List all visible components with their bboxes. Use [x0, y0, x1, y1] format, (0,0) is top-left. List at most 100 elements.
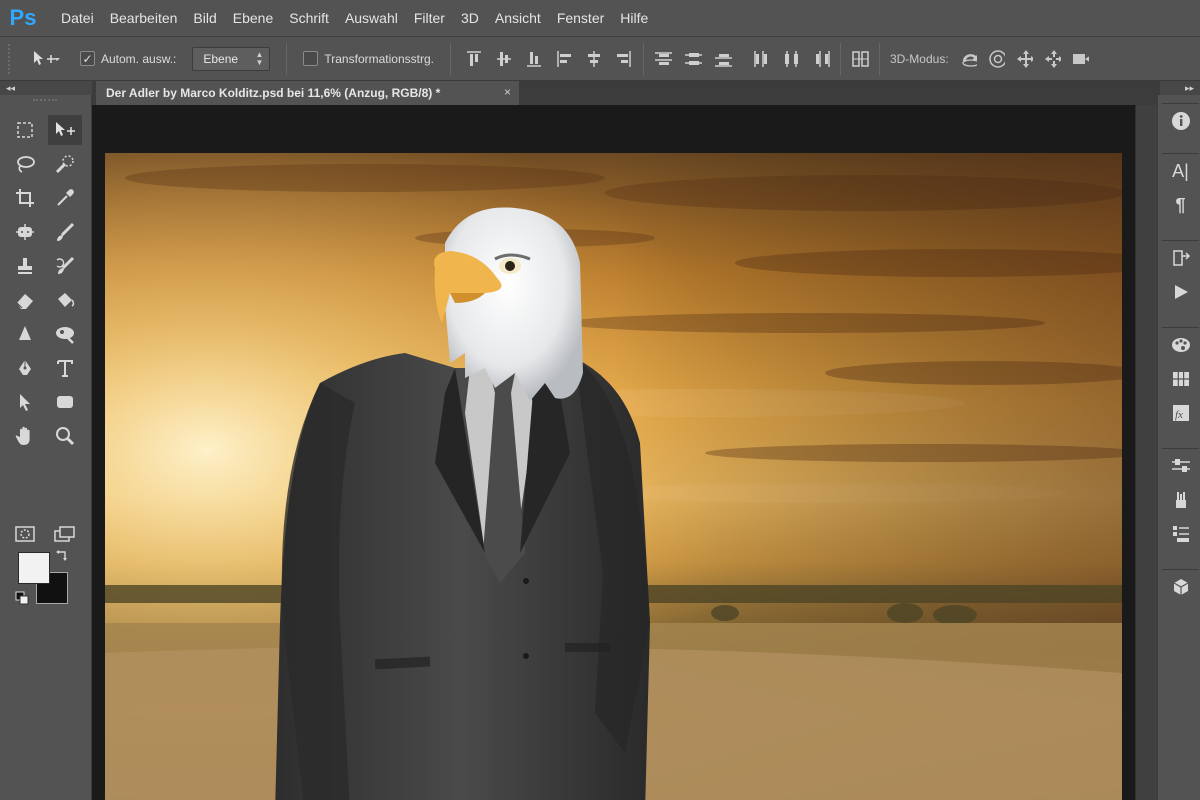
menu-layer[interactable]: Ebene [226, 0, 280, 36]
menu-window[interactable]: Fenster [550, 0, 611, 36]
paragraph-glyph: ¶ [1175, 194, 1186, 215]
brush-icon[interactable] [48, 217, 82, 247]
distribute-buttons [654, 48, 830, 70]
quick-selection-icon[interactable] [48, 149, 82, 179]
distribute-top-icon[interactable] [654, 48, 672, 70]
3d-pan-icon[interactable] [1015, 48, 1033, 70]
distribute-vcenter-icon[interactable] [684, 48, 702, 70]
spot-healing-icon[interactable] [8, 217, 42, 247]
align-left-icon[interactable] [555, 48, 573, 70]
divider [878, 42, 880, 75]
clone-stamp-icon[interactable] [8, 251, 42, 281]
default-colors-icon[interactable] [12, 589, 32, 607]
align-bottom-icon[interactable] [525, 48, 543, 70]
menu-type[interactable]: Schrift [282, 0, 336, 36]
distribute-right-icon[interactable] [812, 48, 830, 70]
photoshop-logo: Ps [9, 5, 37, 30]
auto-select-checkbox[interactable]: ✓ [80, 51, 95, 66]
options-bar: ✓ Autom. ausw.: Ebene ▲ ▼ Transformations… [0, 36, 1200, 81]
menu-3d[interactable]: 3D [454, 0, 486, 36]
3d-scale-icon[interactable] [1071, 48, 1089, 70]
3d-mode-label: 3D-Modus: [889, 51, 949, 66]
document-canvas-image[interactable] [105, 153, 1122, 800]
close-icon[interactable]: × [504, 85, 511, 99]
swap-colors-icon[interactable] [52, 547, 72, 565]
foreground-color-swatch[interactable] [18, 552, 50, 584]
expand-panels-button[interactable]: ▸▸ [1160, 81, 1200, 95]
zoom-icon[interactable] [48, 421, 82, 451]
panel-group-3d [1162, 569, 1199, 604]
auto-select-target-dropdown[interactable]: Ebene ▲ ▼ [192, 46, 271, 71]
move-icon[interactable] [48, 115, 82, 145]
align-vcenter-icon[interactable] [495, 48, 513, 70]
menu-help[interactable]: Hilfe [613, 0, 655, 36]
type-icon[interactable] [48, 353, 82, 383]
3d-icon[interactable] [1162, 570, 1199, 604]
transform-controls-checkbox[interactable] [303, 51, 319, 66]
distribute-hcenter-icon[interactable] [782, 48, 800, 70]
screen-mode-icon[interactable] [48, 519, 82, 549]
styles-glyph: fx [1175, 409, 1183, 421]
move-tool-icon [34, 50, 60, 65]
panel-group-info [1162, 103, 1199, 138]
3d-slide-icon[interactable] [1043, 48, 1061, 70]
menu-view[interactable]: Ansicht [488, 0, 548, 36]
menu-file[interactable]: Datei [54, 0, 101, 36]
panel-group-type: A| ¶ [1162, 153, 1199, 222]
options-grip[interactable] [8, 43, 14, 74]
divider [642, 42, 644, 75]
3d-mode-buttons [959, 48, 1089, 70]
swatches-icon[interactable] [1162, 362, 1199, 396]
tool-preset-picker[interactable] [30, 48, 76, 70]
vertical-scrollbar[interactable] [1135, 105, 1157, 800]
menu-edit[interactable]: Bearbeiten [103, 0, 185, 36]
align-right-icon[interactable] [615, 48, 633, 70]
pen-icon[interactable] [8, 353, 42, 383]
align-top-icon[interactable] [465, 48, 483, 70]
paint-bucket-icon[interactable] [48, 285, 82, 315]
hand-icon[interactable] [8, 421, 42, 451]
crop-icon[interactable] [8, 183, 42, 213]
divider [449, 42, 451, 75]
actions-icon[interactable] [1162, 275, 1199, 309]
auto-select-target-value: Ebene [203, 51, 239, 66]
brush-presets-icon[interactable] [1162, 483, 1199, 517]
rectangular-marquee-icon[interactable] [8, 115, 42, 145]
color-icon[interactable] [1162, 328, 1199, 362]
distribute-bottom-icon[interactable] [714, 48, 732, 70]
auto-align-layers-icon[interactable] [851, 48, 869, 70]
lasso-icon[interactable] [8, 149, 42, 179]
panel-group-color: fx [1162, 327, 1199, 430]
adjustments-icon[interactable] [1162, 449, 1199, 483]
align-hcenter-icon[interactable] [585, 48, 603, 70]
styles-icon[interactable]: fx [1162, 396, 1199, 430]
path-selection-icon[interactable] [8, 387, 42, 417]
chevron-updown-icon: ▲ ▼ [255, 49, 264, 67]
menu-image[interactable]: Bild [186, 0, 223, 36]
layers-icon[interactable] [1162, 517, 1199, 551]
eyedropper-icon[interactable] [48, 183, 82, 213]
history-brush-icon[interactable] [48, 251, 82, 281]
blur-icon[interactable] [8, 319, 42, 349]
character-icon[interactable]: A| [1162, 154, 1199, 188]
dodge-icon[interactable] [48, 319, 82, 349]
transform-controls-label: Transformationsstrg. [324, 51, 434, 66]
tools-panel [0, 95, 92, 800]
info-icon[interactable] [1162, 104, 1199, 138]
document-tab-row: ◂◂ Der Adler by Marco Kolditz.psd bei 11… [0, 81, 1200, 105]
paragraph-icon[interactable]: ¶ [1162, 188, 1199, 222]
document-tab[interactable]: Der Adler by Marco Kolditz.psd bei 11,6%… [96, 81, 519, 105]
3d-rotate-icon[interactable] [959, 48, 977, 70]
eraser-icon[interactable] [8, 285, 42, 315]
quick-mask-icon[interactable] [8, 519, 42, 549]
menu-bar: Ps Datei Bearbeiten Bild Ebene Schrift A… [0, 0, 1200, 36]
rectangle-shape-icon[interactable] [48, 387, 82, 417]
toolbar-grip[interactable] [33, 99, 57, 103]
distribute-left-icon[interactable] [752, 48, 770, 70]
history-icon[interactable] [1162, 241, 1199, 275]
3d-roll-icon[interactable] [987, 48, 1005, 70]
menu-select[interactable]: Auswahl [338, 0, 405, 36]
canvas-area[interactable] [92, 105, 1135, 800]
collapse-toolbar-button[interactable]: ◂◂ [0, 81, 92, 95]
menu-filter[interactable]: Filter [407, 0, 452, 36]
